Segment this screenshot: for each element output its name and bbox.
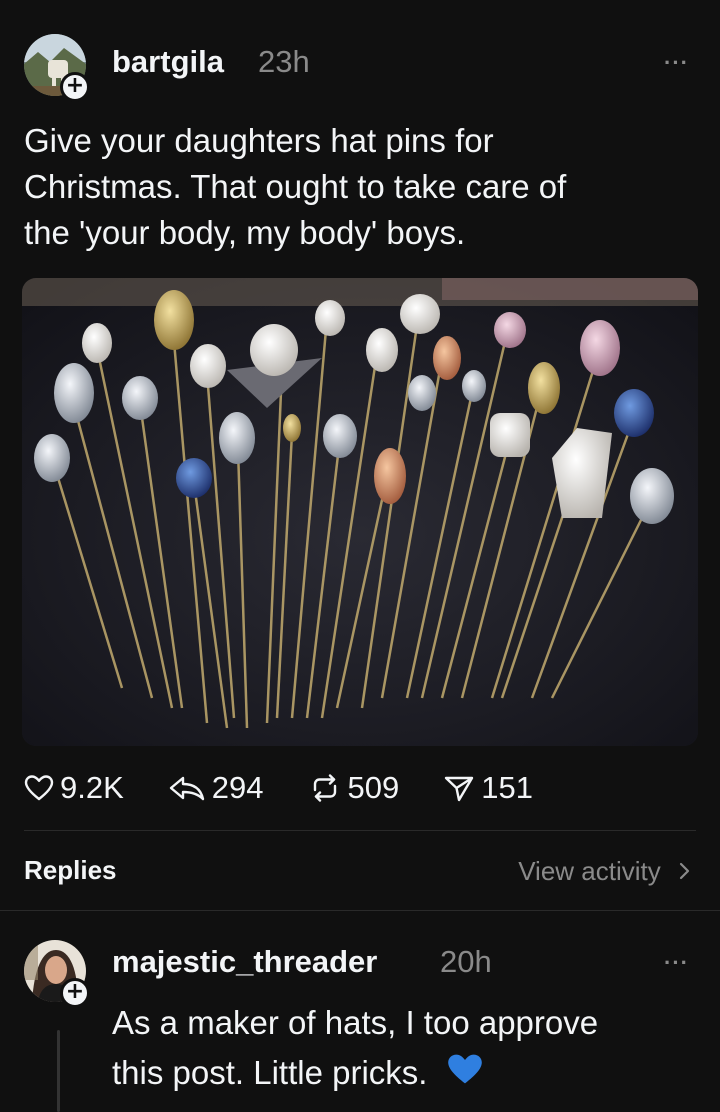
- reply-more-options-icon[interactable]: ···: [664, 950, 689, 976]
- follow-plus-icon[interactable]: +: [60, 978, 90, 1008]
- repost-icon: [313, 774, 336, 802]
- follow-plus-icon[interactable]: +: [60, 72, 90, 102]
- repost-count: 509: [347, 770, 400, 805]
- view-activity-label: View activity: [518, 856, 661, 886]
- divider: [0, 910, 720, 911]
- reply-text: As a maker of hats, I too approve this p…: [112, 998, 598, 1100]
- share-button[interactable]: 151: [443, 770, 533, 806]
- blue-heart-emoji: [447, 1050, 483, 1100]
- like-count: 9.2K: [60, 770, 124, 805]
- reply-count: 294: [211, 770, 264, 805]
- reply-text-line: As a maker of hats, I too approve: [112, 1004, 599, 1041]
- post-text-line: Christmas. That ought to take care of: [24, 168, 567, 205]
- replies-heading: Replies: [24, 855, 117, 885]
- view-activity-link[interactable]: View activity: [518, 856, 690, 887]
- post-timestamp: 23h: [258, 44, 310, 79]
- more-options-icon[interactable]: ···: [664, 50, 689, 76]
- heart-icon: [24, 775, 54, 801]
- reply-icon: [169, 776, 204, 801]
- post-username[interactable]: bartgila: [112, 44, 224, 80]
- reply-timestamp: 20h: [440, 944, 492, 979]
- chevron-right-icon: [678, 856, 690, 886]
- post-image[interactable]: [22, 278, 698, 746]
- post-text-line: the 'your body, my body' boys.: [24, 214, 466, 251]
- post-stats: 9.2K 294 509 151: [24, 768, 577, 808]
- like-button[interactable]: 9.2K: [24, 770, 124, 806]
- reply-username[interactable]: majestic_threader: [112, 944, 377, 980]
- reply-text-line-content: this post. Little pricks.: [112, 1054, 428, 1091]
- share-count: 151: [481, 770, 533, 805]
- post-text: Give your daughters hat pins for Christm…: [24, 118, 566, 256]
- thread-line: [57, 1030, 60, 1112]
- avatar[interactable]: +: [24, 34, 90, 102]
- send-icon: [445, 776, 474, 802]
- divider: [24, 830, 696, 831]
- post-text-line: Give your daughters hat pins for: [24, 122, 494, 159]
- reply-avatar[interactable]: +: [24, 940, 90, 1008]
- reply-button[interactable]: 294: [168, 770, 264, 806]
- reply-text-line: this post. Little pricks.: [112, 1048, 598, 1100]
- repost-button[interactable]: 509: [308, 770, 400, 806]
